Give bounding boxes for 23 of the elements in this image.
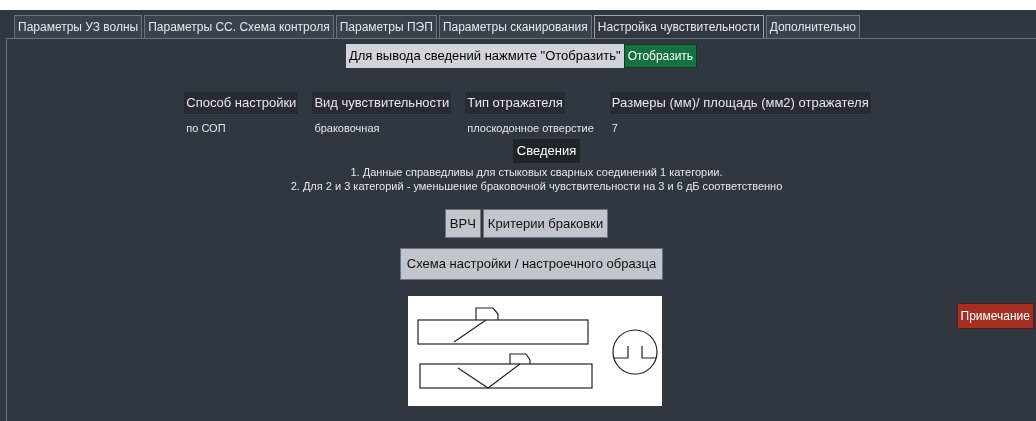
note-button[interactable]: Примечание [956,303,1034,329]
tab[interactable]: Дополнительно [765,15,861,38]
tab[interactable]: Настройка чувствительности [593,15,764,38]
column-header: Способ настройки [184,92,299,114]
column-header: Размеры (мм)/ площадь (мм2) отражателя [609,92,871,114]
column-value: по СОП [185,120,227,136]
column-value: плоскодонное отверстие [466,120,595,136]
action-button[interactable]: ВРЧ [444,208,481,238]
info-title: Сведения [512,139,581,163]
column-header: Тип отражателя [465,92,565,114]
tab[interactable]: Параметры УЗ волны [14,15,143,38]
show-button[interactable]: Отобразить [623,44,698,68]
tab[interactable]: Параметры СС. Схема контроля [144,15,334,38]
column-value: 7 [610,120,619,136]
scheme-button[interactable]: Схема настройки / настроечного образца [399,248,664,280]
tab[interactable]: Параметры сканирования [438,15,592,38]
column-value: браковочная [313,120,381,136]
prompt-text: Для вывода сведений нажмите "Отобразить" [345,44,624,68]
column-header: Вид чувствительности [312,92,452,114]
note-text: 2. Для 2 и 3 категорий - уменьшение браковочной чувствительности на 3 и 6 дБ соответственно [290,178,783,193]
tab[interactable]: Параметры ПЭП [335,15,437,38]
note-text: 1. Данные справедливы для стыковых сварных соединений 1 категории. [350,164,723,179]
action-button[interactable]: Критерии браковки [482,208,609,238]
